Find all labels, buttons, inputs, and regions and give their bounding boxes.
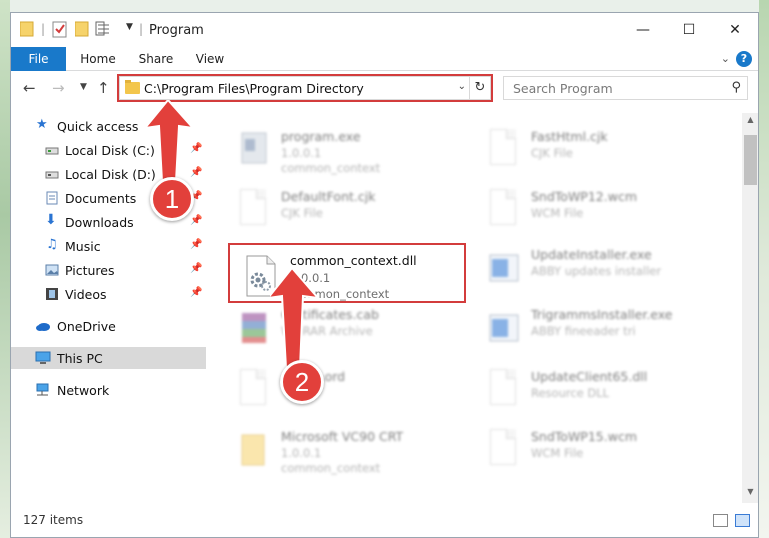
close-button[interactable]: ✕ bbox=[712, 13, 758, 47]
address-highlight-box bbox=[117, 74, 493, 102]
desktop-background-left bbox=[0, 0, 10, 538]
new-folder-icon[interactable] bbox=[74, 21, 89, 39]
drive-icon bbox=[45, 143, 59, 157]
separator: | bbox=[139, 22, 144, 36]
star-icon: ★ bbox=[36, 117, 48, 132]
pin-icon[interactable]: 📌 bbox=[190, 287, 202, 298]
pictures-icon bbox=[45, 263, 59, 277]
network-icon bbox=[35, 383, 49, 397]
scroll-thumb[interactable] bbox=[744, 135, 757, 185]
installer-icon bbox=[486, 307, 520, 349]
file-tile[interactable]: program.exe 1.0.0.1 common_context bbox=[206, 125, 446, 181]
file-tile[interactable]: UpdateClient65.dll Resource DLL bbox=[456, 365, 696, 421]
pin-icon[interactable]: 📌 bbox=[190, 239, 202, 250]
properties-icon[interactable] bbox=[52, 20, 68, 38]
sidebar-item-this-pc[interactable]: This PC bbox=[11, 347, 206, 369]
navigation-bar: ← → ▼ ↑ C:\Program Files\Program Directo… bbox=[11, 71, 758, 105]
window-title: Program bbox=[149, 23, 204, 38]
tab-home[interactable]: Home bbox=[73, 47, 123, 71]
minimize-button[interactable]: — bbox=[620, 13, 666, 47]
forward-arrow-icon[interactable]: → bbox=[52, 79, 65, 97]
exe-icon bbox=[236, 129, 270, 171]
pin-icon[interactable]: 📌 bbox=[190, 263, 202, 274]
document-icon bbox=[240, 189, 266, 225]
scroll-down-icon[interactable]: ▼ bbox=[742, 487, 758, 501]
search-icon[interactable]: ⚲ bbox=[731, 80, 741, 95]
sidebar-item-pictures[interactable]: Pictures 📌 bbox=[11, 259, 206, 281]
up-arrow-icon[interactable]: ↑ bbox=[97, 79, 110, 97]
sidebar-item-onedrive[interactable]: OneDrive bbox=[11, 315, 206, 337]
dll-icon bbox=[490, 369, 516, 405]
step-badge-1: 1 bbox=[150, 177, 194, 221]
file-tile[interactable]: SndToWP12.wcm WCM File bbox=[456, 185, 696, 241]
file-highlight-box bbox=[228, 243, 466, 303]
document-icon bbox=[490, 189, 516, 225]
computer-icon bbox=[35, 351, 51, 365]
music-icon: ♫ bbox=[46, 237, 58, 252]
documents-icon bbox=[45, 191, 59, 205]
maximize-button[interactable]: ☐ bbox=[666, 13, 712, 47]
sidebar-item-videos[interactable]: Videos 📌 bbox=[11, 283, 206, 305]
ribbon-tabs: File Home Share View ⌄ ? bbox=[11, 47, 758, 71]
back-arrow-icon[interactable]: ← bbox=[23, 79, 36, 97]
customize-toolbar-icon[interactable] bbox=[95, 21, 113, 39]
item-count: 127 items bbox=[23, 513, 84, 527]
file-tile[interactable]: SndToWP15.wcm WCM File bbox=[456, 425, 696, 481]
step-badge-2: 2 bbox=[280, 360, 324, 404]
sidebar-item-music[interactable]: ♫ Music 📌 bbox=[11, 235, 206, 257]
pin-icon[interactable]: 📌 bbox=[190, 215, 202, 226]
drive-icon bbox=[45, 167, 59, 181]
sidebar-item-network[interactable]: Network bbox=[11, 379, 206, 401]
tab-view[interactable]: View bbox=[187, 47, 233, 71]
recent-locations-icon[interactable]: ▼ bbox=[80, 82, 87, 92]
search-input[interactable] bbox=[504, 77, 719, 99]
separator: | bbox=[41, 22, 46, 36]
search-box[interactable]: ⚲ bbox=[503, 76, 748, 100]
tab-share[interactable]: Share bbox=[131, 47, 181, 71]
details-view-icon[interactable] bbox=[713, 514, 728, 527]
document-icon bbox=[490, 129, 516, 165]
title-bar: | ▼ | Program — ☐ ✕ bbox=[11, 13, 758, 47]
file-explorer-window: | ▼ | Program — ☐ ✕ File Home Share View… bbox=[10, 12, 759, 538]
help-button[interactable]: ? bbox=[736, 51, 752, 67]
document-icon bbox=[490, 429, 516, 465]
cloud-icon bbox=[35, 319, 50, 333]
file-tile[interactable]: TrigrammsInstaller.exe ABBY fineeader tr… bbox=[456, 303, 696, 359]
file-tile[interactable]: FastHtml.cjk CJK File bbox=[456, 125, 696, 181]
archive-icon bbox=[236, 307, 270, 349]
file-tile[interactable]: UpdateInstaller.exe ABBY updates install… bbox=[456, 243, 696, 299]
vertical-scrollbar[interactable]: ▲ ▼ bbox=[742, 113, 758, 503]
file-tile[interactable]: Microsoft VC90 CRT 1.0.0.1 common_contex… bbox=[206, 425, 446, 481]
document-icon bbox=[240, 369, 266, 405]
scroll-up-icon[interactable]: ▲ bbox=[742, 115, 758, 129]
tab-file[interactable]: File bbox=[11, 47, 66, 71]
large-icons-view-icon[interactable] bbox=[735, 514, 750, 527]
status-bar: 127 items bbox=[11, 503, 758, 537]
quick-access-dropdown-icon[interactable]: ▼ bbox=[126, 22, 133, 40]
folder-icon bbox=[19, 21, 34, 37]
downloads-icon: ⬇ bbox=[45, 212, 57, 228]
desktop-background-right bbox=[759, 0, 769, 538]
expand-ribbon-icon[interactable]: ⌄ bbox=[721, 52, 730, 65]
folder-icon bbox=[236, 429, 270, 471]
installer-icon bbox=[486, 247, 520, 289]
videos-icon bbox=[45, 287, 59, 301]
file-tile[interactable]: DefaultFont.cjk CJK File bbox=[206, 185, 446, 241]
